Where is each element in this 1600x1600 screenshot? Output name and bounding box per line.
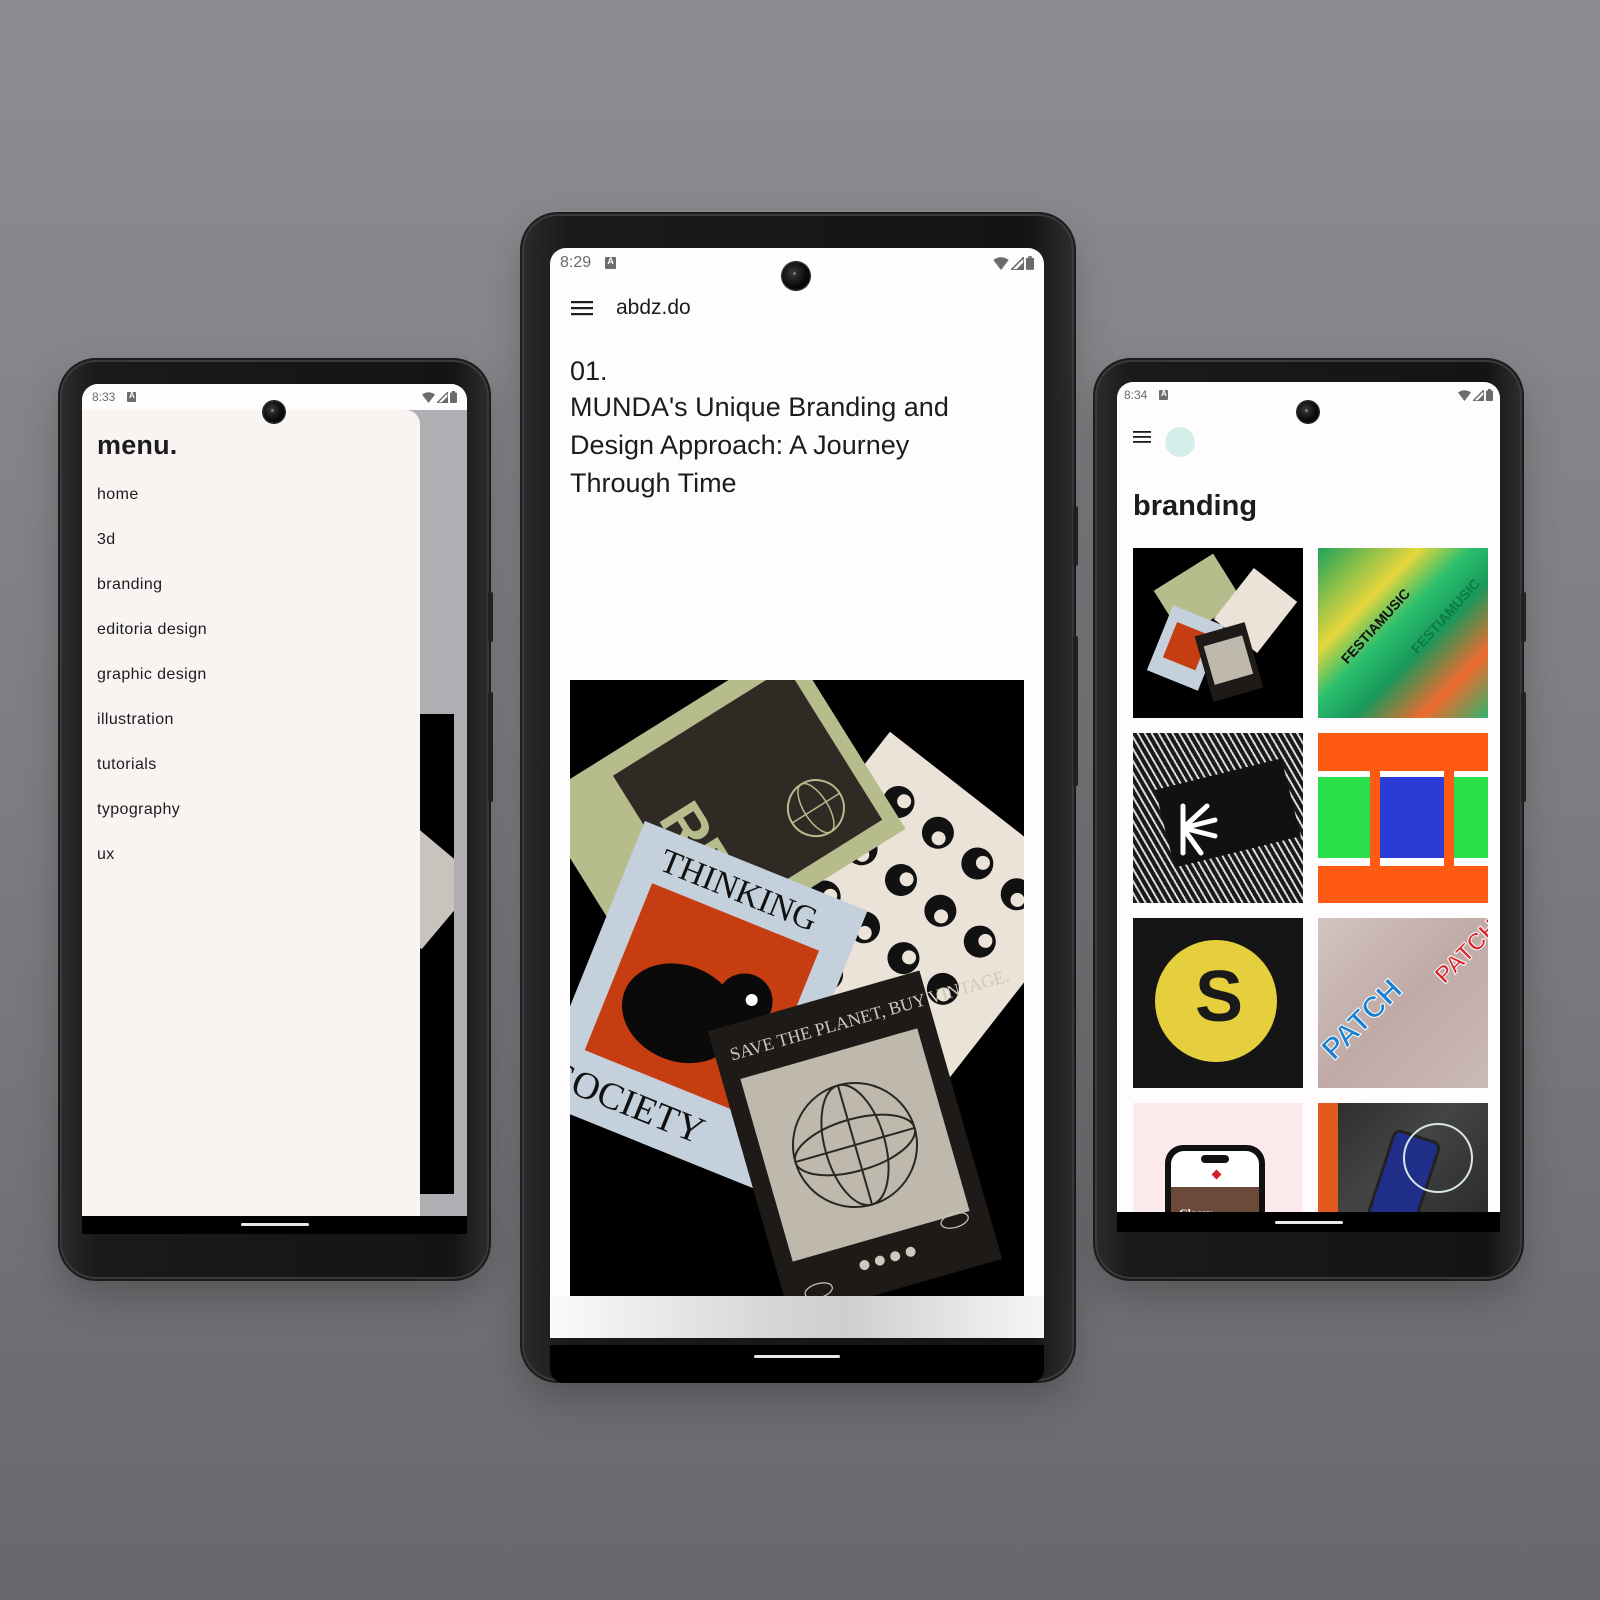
phone-right: 8:34 A branding FESTIAMUSIC FESTIAMUSIC … bbox=[1097, 362, 1526, 1277]
signal-icon bbox=[1011, 256, 1024, 270]
notification-icon: A bbox=[127, 391, 137, 402]
post-title[interactable]: MUNDA's Unique Branding and Design Appro… bbox=[570, 388, 990, 502]
background-card-shape bbox=[420, 828, 454, 950]
battery-icon bbox=[1486, 389, 1493, 401]
drawer-item-3d[interactable]: 3d bbox=[97, 530, 405, 575]
power-button bbox=[488, 592, 493, 642]
patch-text: PATCH bbox=[1318, 973, 1409, 1067]
power-button bbox=[1073, 506, 1078, 566]
grid-tile-sports-social-posts[interactable] bbox=[1318, 733, 1488, 903]
status-time: 8:34 bbox=[1124, 388, 1148, 402]
signal-icon bbox=[437, 391, 448, 403]
grid-tile-festiamusic[interactable]: FESTIAMUSIC FESTIAMUSIC bbox=[1318, 548, 1488, 718]
system-nav-bar bbox=[550, 1345, 1044, 1383]
patch-text-2: PATCH bbox=[1429, 918, 1488, 990]
screen: 8:34 A branding FESTIAMUSIC FESTIAMUSIC … bbox=[1117, 382, 1500, 1232]
front-camera bbox=[1297, 401, 1319, 423]
gesture-handle[interactable] bbox=[1274, 1221, 1343, 1224]
screen: 8:33 A menu. home 3d branding editoria d… bbox=[82, 384, 467, 1234]
grid-tile-munda-cards[interactable] bbox=[1133, 548, 1303, 718]
system-nav-bar bbox=[1117, 1212, 1500, 1232]
gesture-handle[interactable] bbox=[754, 1355, 840, 1358]
notification-icon: A bbox=[605, 257, 617, 269]
grid-tile-striped-card[interactable] bbox=[1133, 733, 1303, 903]
drawer-item-ux[interactable]: ux bbox=[97, 845, 405, 890]
festiamusic-text: FESTIAMUSIC bbox=[1337, 585, 1414, 667]
gesture-handle[interactable] bbox=[240, 1223, 309, 1226]
wifi-icon bbox=[1458, 389, 1471, 401]
notification-icon: A bbox=[1159, 389, 1169, 400]
phone-center: 8:29 A abdz.do 01. MUNDA's Unique Brandi… bbox=[524, 216, 1078, 1383]
phone-left: 8:33 A menu. home 3d branding editoria d… bbox=[62, 362, 493, 1277]
asterisk-logo-icon bbox=[1180, 803, 1218, 856]
volume-button bbox=[1521, 692, 1526, 802]
power-button bbox=[1521, 592, 1526, 642]
grid-tile-patch[interactable]: PATCH PATCH bbox=[1318, 918, 1488, 1088]
drawer-item-graphic-design[interactable]: graphic design bbox=[97, 665, 405, 710]
status-time: 8:33 bbox=[92, 390, 116, 404]
s-letter: S bbox=[1195, 957, 1244, 1037]
content-fade bbox=[550, 1296, 1044, 1338]
drawer-item-tutorials[interactable]: tutorials bbox=[97, 755, 405, 800]
screen: 8:29 A abdz.do 01. MUNDA's Unique Brandi… bbox=[550, 248, 1044, 1338]
branding-collage-illustration: RE SIG NIF THINKING SOCIETY bbox=[570, 680, 1024, 1296]
drawer-item-home[interactable]: home bbox=[97, 485, 405, 530]
wifi-icon bbox=[422, 391, 435, 403]
volume-button bbox=[488, 692, 493, 802]
drawer-item-editorial-design[interactable]: editoria design bbox=[97, 620, 405, 665]
category-title: branding bbox=[1133, 490, 1258, 522]
front-camera bbox=[782, 262, 810, 290]
status-time: 8:29 bbox=[560, 254, 592, 271]
wifi-icon bbox=[993, 256, 1009, 270]
project-grid: FESTIAMUSIC FESTIAMUSIC S PATCH PATCH bbox=[1133, 548, 1488, 1232]
front-camera bbox=[263, 401, 285, 423]
post-number: 01. bbox=[570, 356, 608, 386]
post-hero-image[interactable]: RE SIG NIF THINKING SOCIETY bbox=[570, 680, 1024, 1296]
drawer-item-branding[interactable]: branding bbox=[97, 575, 405, 620]
app-bar: abdz.do bbox=[570, 296, 691, 320]
background-content-image bbox=[420, 714, 454, 1194]
hamburger-menu-icon[interactable] bbox=[1133, 430, 1151, 444]
touch-indicator bbox=[1165, 427, 1195, 457]
hamburger-menu-icon[interactable] bbox=[570, 299, 594, 317]
volume-button bbox=[1073, 636, 1078, 786]
battery-icon bbox=[450, 391, 457, 403]
app-title: abdz.do bbox=[616, 296, 691, 319]
drawer-item-illustration[interactable]: illustration bbox=[97, 710, 405, 755]
system-nav-bar bbox=[82, 1216, 467, 1234]
battery-icon bbox=[1026, 256, 1034, 270]
grid-tile-s-sticker[interactable]: S bbox=[1133, 918, 1303, 1088]
signal-icon bbox=[1473, 389, 1484, 401]
navigation-drawer: menu. home 3d branding editoria design g… bbox=[82, 410, 420, 1234]
festiamusic-text-2: FESTIAMUSIC bbox=[1407, 575, 1484, 657]
drawer-title: menu. bbox=[97, 430, 178, 460]
drawer-item-typography[interactable]: typography bbox=[97, 800, 405, 845]
